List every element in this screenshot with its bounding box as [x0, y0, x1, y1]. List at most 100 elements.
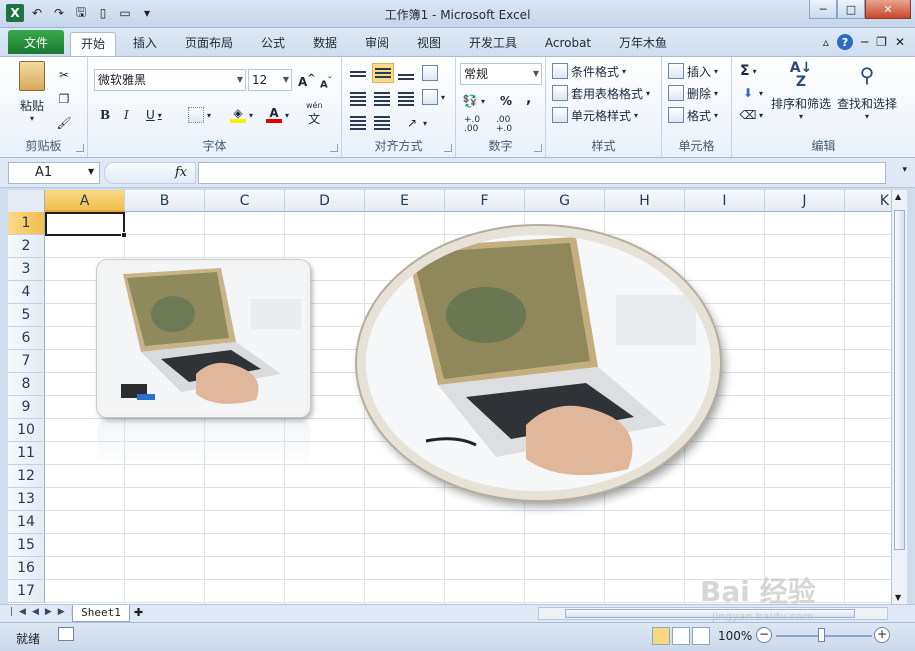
phonetic-button[interactable]: wén 文	[306, 101, 323, 126]
column-header[interactable]: J	[765, 190, 845, 212]
clipboard-launcher-icon[interactable]	[76, 144, 84, 152]
currency-button[interactable]: 💱 ▾	[462, 91, 486, 111]
border-button[interactable]: ▾	[188, 105, 211, 125]
row-header[interactable]: 11	[8, 442, 45, 465]
laptop-picture-oval[interactable]	[357, 226, 720, 500]
column-header[interactable]: H	[605, 190, 685, 212]
zoom-slider-knob[interactable]	[818, 628, 825, 642]
laptop-picture-rounded[interactable]	[97, 260, 310, 417]
wrap-text-button[interactable]	[422, 63, 438, 83]
sort-filter-button[interactable]: A↓ Z 排序和筛选 ▾	[770, 61, 832, 121]
chevron-down-icon[interactable]: ▼	[88, 167, 94, 176]
tab-view[interactable]: 视图	[408, 32, 450, 56]
column-header[interactable]: C	[205, 190, 285, 212]
row-header[interactable]: 12	[8, 465, 45, 488]
normal-view-icon[interactable]	[652, 627, 670, 645]
insert-function-icon[interactable]: fx	[175, 165, 187, 180]
row-header[interactable]: 15	[8, 534, 45, 557]
name-box[interactable]: A1	[8, 162, 100, 184]
number-format-combo[interactable]: 常规 ▼	[460, 63, 542, 85]
scroll-down-icon[interactable]: ▼	[895, 593, 901, 602]
bold-button[interactable]: B	[100, 105, 110, 125]
copy-button[interactable]: ❐	[56, 89, 72, 109]
comma-button[interactable]: ,	[526, 89, 531, 109]
column-header[interactable]: G	[525, 190, 605, 212]
tab-insert[interactable]: 插入	[124, 32, 166, 56]
tab-data[interactable]: 数据	[304, 32, 346, 56]
scroll-up-icon[interactable]: ▲	[895, 192, 901, 201]
row-header[interactable]: 10	[8, 419, 45, 442]
align-left-button[interactable]	[350, 89, 366, 109]
formula-input[interactable]	[198, 162, 886, 184]
expand-formula-icon[interactable]: ▾	[902, 165, 907, 175]
minimize-button[interactable]: ─	[809, 0, 837, 19]
column-header[interactable]: F	[445, 190, 525, 212]
increase-indent-button[interactable]	[374, 113, 390, 133]
row-header[interactable]: 17	[8, 580, 45, 603]
alignment-launcher-icon[interactable]	[444, 144, 452, 152]
autosum-button[interactable]: Σ ▾	[740, 61, 757, 81]
fill-color-button[interactable]: ◈ ▾	[230, 105, 253, 125]
increase-decimal-button[interactable]: +.0 .00	[464, 115, 480, 135]
zoom-out-icon[interactable]: −	[756, 627, 772, 643]
row-header[interactable]: 13	[8, 488, 45, 511]
insert-sheet-icon[interactable]: ✚	[134, 606, 143, 619]
align-right-button[interactable]	[398, 89, 414, 109]
zoom-in-icon[interactable]: +	[874, 627, 890, 643]
find-select-button[interactable]: ⚲ 查找和选择 ▾	[834, 61, 900, 121]
row-header[interactable]: 3	[8, 258, 45, 281]
font-name-combo[interactable]: 微软雅黑 ▼	[94, 69, 246, 91]
insert-cells-button[interactable]: 插入 ▾	[668, 61, 718, 81]
cut-button[interactable]: ✂	[56, 65, 72, 85]
underline-button[interactable]: U ▾	[146, 105, 162, 125]
shrink-font-button[interactable]: Aˇ	[320, 73, 332, 93]
orientation-button[interactable]: ↗ ▾	[404, 113, 427, 133]
align-middle-button[interactable]	[372, 63, 394, 83]
font-size-combo[interactable]: 12 ▼	[248, 69, 292, 91]
row-header[interactable]: 4	[8, 281, 45, 304]
tab-page-layout[interactable]: 页面布局	[178, 32, 240, 56]
align-bottom-button[interactable]	[398, 65, 414, 85]
format-as-table-button[interactable]: 套用表格格式 ▾	[552, 83, 650, 103]
italic-button[interactable]: I	[124, 105, 129, 125]
row-header[interactable]: 5	[8, 304, 45, 327]
tab-home[interactable]: 开始	[70, 32, 116, 57]
align-top-button[interactable]	[350, 65, 366, 85]
row-header[interactable]: 7	[8, 350, 45, 373]
cell-styles-button[interactable]: 单元格样式 ▾	[552, 105, 638, 125]
row-header[interactable]: 1	[8, 212, 45, 235]
vertical-scrollbar[interactable]: ▲ ▼	[891, 190, 907, 604]
doc-restore-icon[interactable]: ❐	[876, 35, 887, 49]
tab-wannianmuyu[interactable]: 万年木鱼	[612, 32, 674, 56]
zoom-level[interactable]: 100%	[718, 629, 752, 643]
format-cells-button[interactable]: 格式 ▾	[668, 105, 718, 125]
page-layout-view-icon[interactable]	[672, 627, 690, 645]
tab-formulas[interactable]: 公式	[252, 32, 294, 56]
row-header[interactable]: 8	[8, 373, 45, 396]
column-header[interactable]: D	[285, 190, 365, 212]
row-header[interactable]: 16	[8, 557, 45, 580]
tab-file[interactable]: 文件	[8, 30, 64, 54]
font-launcher-icon[interactable]	[330, 144, 338, 152]
row-header[interactable]: 6	[8, 327, 45, 350]
format-painter-button[interactable]: 🖌	[56, 113, 72, 133]
macro-record-icon[interactable]	[58, 627, 74, 641]
column-header[interactable]: K	[845, 190, 891, 212]
fill-handle[interactable]	[121, 232, 127, 238]
align-center-button[interactable]	[374, 89, 390, 109]
merge-center-button[interactable]: ▾	[422, 87, 445, 107]
minimize-ribbon-icon[interactable]: ▵	[823, 35, 829, 49]
conditional-format-button[interactable]: 条件格式 ▾	[552, 61, 626, 81]
help-icon[interactable]: ?	[836, 34, 853, 50]
grow-font-button[interactable]: A^	[298, 71, 316, 91]
active-cell-a1[interactable]	[45, 212, 125, 236]
row-header[interactable]: 14	[8, 511, 45, 534]
clear-button[interactable]: ⌫ ▾	[740, 105, 764, 125]
sheet-tab-sheet1[interactable]: Sheet1	[72, 605, 130, 622]
doc-close-icon[interactable]: ✕	[895, 35, 905, 49]
tab-developer[interactable]: 开发工具	[462, 32, 524, 56]
vertical-scroll-thumb[interactable]	[894, 210, 905, 550]
select-all-corner[interactable]	[8, 190, 45, 212]
row-header[interactable]: 2	[8, 235, 45, 258]
decrease-decimal-button[interactable]: .00 +.0	[496, 115, 512, 135]
